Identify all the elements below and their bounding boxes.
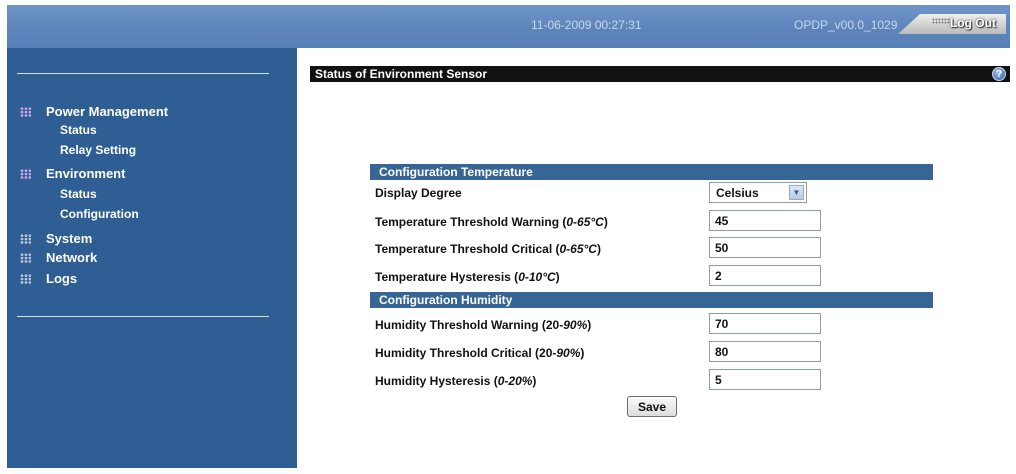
page-title-bar: Status of Environment Sensor ? bbox=[310, 66, 1010, 82]
label-range: 0-65°C bbox=[559, 242, 597, 256]
label-text: Temperature Threshold Warning ( bbox=[375, 215, 567, 229]
sidebar-item-system[interactable]: System bbox=[20, 231, 92, 246]
sidebar: Power Management Status Relay Setting En… bbox=[7, 48, 297, 468]
grid-dots-icon bbox=[20, 106, 31, 117]
temp-critical-input[interactable] bbox=[709, 237, 821, 258]
sidebar-item-label: Environment bbox=[46, 166, 126, 181]
label-range: 90% bbox=[556, 346, 581, 360]
sidebar-item-label: Network bbox=[46, 250, 98, 265]
label-close: ) bbox=[596, 242, 601, 256]
sidebar-divider-bottom bbox=[17, 316, 269, 317]
label-text: Humidity Threshold Critical (20- bbox=[375, 346, 557, 360]
sidebar-item-logs[interactable]: Logs bbox=[20, 271, 77, 286]
label-range: 0-20% bbox=[497, 374, 533, 388]
logout-label: Log Out bbox=[950, 16, 996, 30]
select-value: Celsius bbox=[716, 186, 759, 200]
sidebar-subitem-environment-status[interactable]: Status bbox=[60, 187, 97, 201]
temp-critical-label: Temperature Threshold Critical (0-65°C) bbox=[375, 242, 601, 256]
label-close: ) bbox=[587, 318, 592, 332]
label-range: 90% bbox=[563, 318, 588, 332]
label-close: ) bbox=[555, 270, 560, 284]
temp-warning-input[interactable] bbox=[709, 210, 821, 231]
sidebar-item-network[interactable]: Network bbox=[20, 250, 97, 265]
sidebar-item-label: Power Management bbox=[46, 104, 169, 119]
sidebar-item-power-management[interactable]: Power Management bbox=[20, 104, 168, 119]
grip-dots-icon bbox=[932, 18, 950, 24]
chevron-down-icon[interactable]: ▼ bbox=[789, 185, 804, 200]
sidebar-subitem-configuration[interactable]: Configuration bbox=[60, 207, 139, 221]
label-close: ) bbox=[580, 346, 585, 360]
sidebar-subitem-relay-setting[interactable]: Relay Setting bbox=[60, 143, 136, 157]
humidity-warning-label: Humidity Threshold Warning (20-90%) bbox=[375, 318, 591, 332]
section-heading-text: Configuration Humidity bbox=[379, 293, 513, 307]
section-heading-text: Configuration Temperature bbox=[379, 165, 533, 179]
sidebar-divider-top bbox=[17, 73, 269, 74]
label-close: ) bbox=[532, 374, 537, 388]
display-degree-label: Display Degree bbox=[375, 186, 462, 200]
humidity-hysteresis-label: Humidity Hysteresis (0-20%) bbox=[375, 374, 536, 388]
save-button[interactable]: Save bbox=[627, 396, 677, 417]
sidebar-subitem-power-status[interactable]: Status bbox=[60, 123, 97, 137]
label-text: Temperature Hysteresis ( bbox=[375, 270, 519, 284]
humidity-critical-label: Humidity Threshold Critical (20-90%) bbox=[375, 346, 584, 360]
grid-dots-icon bbox=[20, 273, 31, 284]
label-range: 0-65°C bbox=[566, 215, 604, 229]
help-icon[interactable]: ? bbox=[992, 67, 1006, 81]
top-header-bar: 11-06-2009 00:27:31 OPDP_v00.0_1029 Log … bbox=[7, 5, 1010, 48]
label-text: Humidity Hysteresis ( bbox=[375, 374, 498, 388]
section-header-humidity: Configuration Humidity bbox=[370, 292, 933, 308]
temp-hysteresis-label: Temperature Hysteresis (0-10°C) bbox=[375, 270, 560, 284]
grid-dots-icon bbox=[20, 252, 31, 263]
temp-hysteresis-input[interactable] bbox=[709, 265, 821, 286]
humidity-critical-input[interactable] bbox=[709, 341, 821, 362]
humidity-hysteresis-input[interactable] bbox=[709, 369, 821, 390]
grid-dots-icon bbox=[20, 168, 31, 179]
temp-warning-label: Temperature Threshold Warning (0-65°C) bbox=[375, 215, 608, 229]
datetime-display: 11-06-2009 00:27:31 bbox=[531, 18, 642, 32]
section-header-temperature: Configuration Temperature bbox=[370, 164, 933, 180]
label-close: ) bbox=[603, 215, 608, 229]
logout-button[interactable]: Log Out bbox=[898, 14, 1006, 34]
sidebar-item-label: System bbox=[46, 231, 93, 246]
firmware-version: OPDP_v00.0_1029 bbox=[794, 18, 898, 32]
humidity-warning-input[interactable] bbox=[709, 313, 821, 334]
sidebar-item-label: Logs bbox=[46, 271, 78, 286]
page-title: Status of Environment Sensor bbox=[315, 67, 488, 81]
display-degree-select[interactable]: Celsius ▼ bbox=[709, 182, 807, 203]
label-range: 0-10°C bbox=[518, 270, 556, 284]
sidebar-item-environment[interactable]: Environment bbox=[20, 166, 125, 181]
label-text: Humidity Threshold Warning (20- bbox=[375, 318, 564, 332]
grid-dots-icon bbox=[20, 233, 31, 244]
label-text: Temperature Threshold Critical ( bbox=[375, 242, 560, 256]
